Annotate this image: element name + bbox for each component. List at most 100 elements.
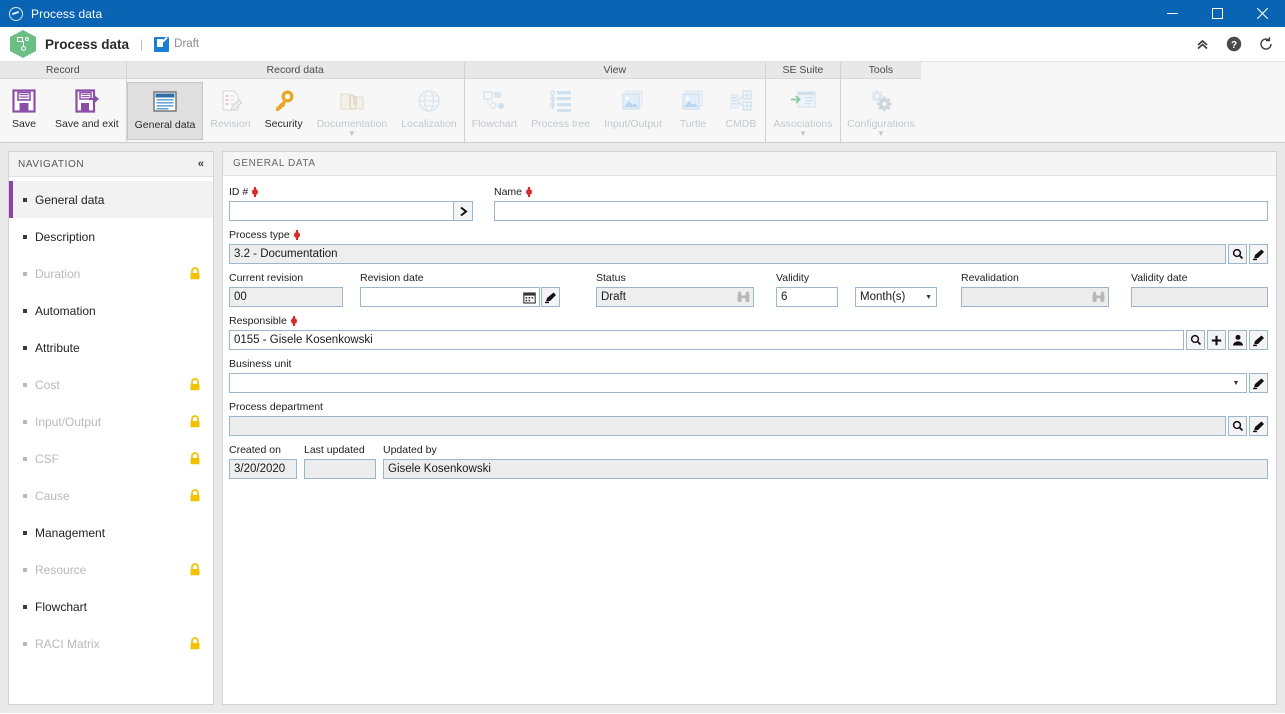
sidebar-item-raci-matrix[interactable]: RACI Matrix — [9, 625, 213, 662]
sidebar-item-label: RACI Matrix — [35, 636, 100, 651]
turtle-image-icon — [681, 86, 705, 116]
validity-label: Validity — [776, 272, 810, 284]
responsible-input[interactable] — [229, 330, 1184, 350]
sidebar-item-input-output[interactable]: Input/Output — [9, 403, 213, 440]
chevron-down-icon[interactable]: ▼ — [877, 130, 885, 138]
last-updated-input[interactable] — [304, 459, 376, 479]
lock-icon — [189, 452, 201, 465]
turtle-button[interactable]: Turtle — [669, 82, 717, 140]
ribbon-group-tools: Tools Configurations ▼ — [840, 62, 921, 142]
security-button[interactable]: Security — [258, 82, 310, 140]
id-go-button[interactable] — [454, 201, 473, 221]
sidebar-item-automation[interactable]: Automation — [9, 292, 213, 329]
sidebar-item-label: Attribute — [35, 340, 80, 355]
process-department-clear-button[interactable] — [1249, 416, 1268, 436]
business-unit-clear-button[interactable] — [1249, 373, 1268, 393]
status-binoculars-button[interactable] — [734, 288, 752, 306]
ribbon-group-title: View — [464, 62, 765, 79]
id-label-text: ID # — [229, 186, 249, 198]
minimize-button[interactable] — [1150, 0, 1195, 27]
content-area: NAVIGATION « General data Description Du… — [0, 143, 1285, 713]
flowchart-button[interactable]: Flowchart — [465, 82, 525, 140]
save-and-exit-label: Save and exit — [55, 118, 119, 130]
process-department-input[interactable] — [229, 416, 1226, 436]
chevron-down-icon[interactable]: ▼ — [348, 130, 356, 138]
app-header: Process data | Draft ? — [0, 27, 1285, 62]
general-data-label: General data — [134, 119, 196, 131]
name-input[interactable] — [494, 201, 1268, 221]
form-row-audit: Created on Last updated Updated by — [229, 444, 1268, 479]
save-and-exit-icon — [74, 86, 100, 116]
ribbon-group-record: Record Save Save and exit — [0, 62, 127, 142]
sidebar-item-management[interactable]: Management — [9, 514, 213, 551]
ribbon-group-title: Record — [0, 62, 126, 79]
refresh-icon[interactable] — [1257, 35, 1275, 53]
sidebar-item-cost[interactable]: Cost — [9, 366, 213, 403]
responsible-person-button[interactable] — [1228, 330, 1247, 350]
documentation-button[interactable]: Documentation ▼ — [310, 82, 395, 140]
revision-date-calendar-button[interactable] — [520, 288, 538, 306]
bullet-icon — [23, 197, 27, 202]
process-type-search-button[interactable] — [1228, 244, 1247, 264]
revision-date-field-group: Revision date — [360, 272, 560, 307]
validity-input[interactable] — [776, 287, 838, 307]
lock-icon — [189, 378, 201, 391]
current-revision-input[interactable] — [229, 287, 343, 307]
validity-unit-select[interactable]: Month(s) — [855, 287, 937, 307]
validity-field-group: Validity Month(s) ▼ — [776, 272, 937, 307]
responsible-clear-button[interactable] — [1249, 330, 1268, 350]
status-input[interactable] — [596, 287, 754, 307]
form-row-process-department: Process department — [229, 401, 1268, 436]
process-type-input[interactable] — [229, 244, 1226, 264]
required-icon — [251, 187, 260, 197]
help-icon[interactable]: ? — [1225, 35, 1243, 53]
sidebar-item-label: Flowchart — [35, 599, 88, 614]
business-unit-field-group: Business unit ▼ — [229, 358, 1268, 393]
window-titlebar: Process data — [0, 0, 1285, 27]
process-tree-button[interactable]: Process tree — [524, 82, 597, 140]
validity-date-input[interactable] — [1131, 287, 1268, 307]
sidebar-item-attribute[interactable]: Attribute — [9, 329, 213, 366]
created-on-label: Created on — [229, 444, 281, 456]
collapse-ribbon-icon[interactable] — [1193, 35, 1211, 53]
business-unit-dropdown-button[interactable]: ▼ — [1227, 374, 1245, 392]
revision-date-clear-button[interactable] — [541, 287, 560, 307]
sidebar-item-duration[interactable]: Duration — [9, 255, 213, 292]
process-type-clear-button[interactable] — [1249, 244, 1268, 264]
collapse-sidebar-icon[interactable]: « — [198, 158, 204, 170]
responsible-add-button[interactable] — [1207, 330, 1226, 350]
sidebar-item-label: Management — [35, 525, 106, 540]
sidebar-item-csf[interactable]: CSF — [9, 440, 213, 477]
localization-button[interactable]: Localization — [394, 82, 463, 140]
updated-by-input[interactable] — [383, 459, 1268, 479]
chevron-down-icon[interactable]: ▼ — [799, 130, 807, 138]
security-label: Security — [264, 118, 303, 130]
form-row-responsible: Responsible — [229, 315, 1268, 350]
id-input[interactable] — [229, 201, 455, 221]
sidebar-item-resource[interactable]: Resource — [9, 551, 213, 588]
lock-icon — [189, 489, 201, 502]
sidebar-item-cause[interactable]: Cause — [9, 477, 213, 514]
revision-date-input[interactable] — [360, 287, 540, 307]
cmdb-button[interactable]: CMDB — [717, 82, 765, 140]
header-separator: | — [140, 37, 144, 51]
revalidation-binoculars-button[interactable] — [1089, 288, 1107, 306]
associations-button[interactable]: Associations ▼ — [766, 82, 839, 140]
save-button[interactable]: Save — [0, 82, 48, 140]
sidebar-item-flowchart[interactable]: Flowchart — [9, 588, 213, 625]
revalidation-input[interactable] — [961, 287, 1109, 307]
close-button[interactable] — [1240, 0, 1285, 27]
maximize-button[interactable] — [1195, 0, 1240, 27]
sidebar-item-description[interactable]: Description — [9, 218, 213, 255]
flowchart-label: Flowchart — [471, 118, 518, 130]
business-unit-input[interactable] — [229, 373, 1247, 393]
general-data-button[interactable]: General data — [126, 82, 204, 140]
responsible-search-button[interactable] — [1186, 330, 1205, 350]
input-output-button[interactable]: Input/Output — [597, 82, 669, 140]
save-and-exit-button[interactable]: Save and exit — [48, 82, 126, 140]
sidebar-item-general-data[interactable]: General data — [9, 181, 213, 218]
process-department-search-button[interactable] — [1228, 416, 1247, 436]
configurations-button[interactable]: Configurations ▼ — [841, 82, 921, 140]
created-on-input[interactable] — [229, 459, 297, 479]
revision-button[interactable]: Revision — [203, 82, 257, 140]
